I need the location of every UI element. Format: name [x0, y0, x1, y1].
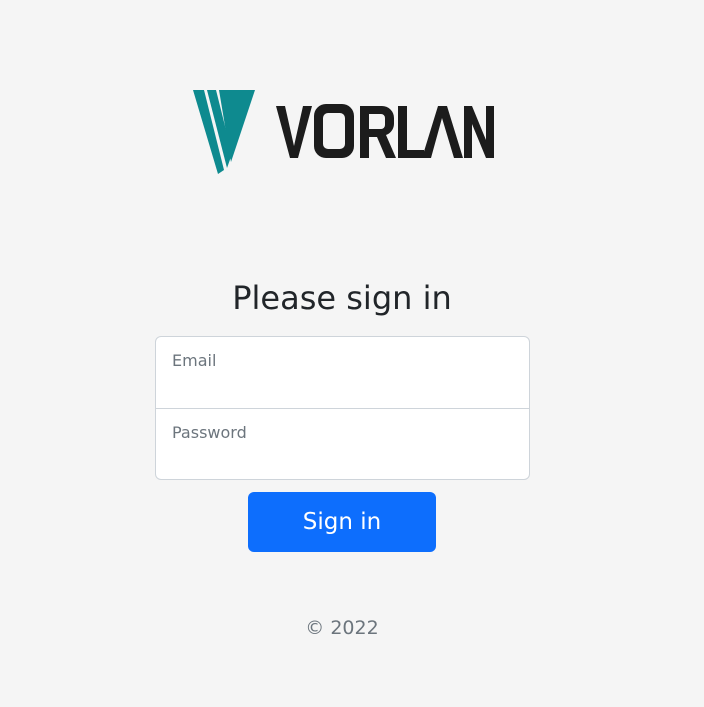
sign-in-button[interactable]: Sign in [248, 492, 436, 552]
email-field-wrapper: Email [156, 337, 529, 408]
email-input[interactable] [156, 337, 529, 408]
password-field-wrapper: Password [156, 408, 529, 479]
password-input[interactable] [156, 409, 529, 479]
brand-logo [190, 88, 496, 176]
credentials-group: Email Password [155, 336, 530, 480]
page-title: Please sign in [232, 279, 452, 317]
copyright-text: © 2022 [305, 617, 379, 639]
vorlance-logo-icon [193, 90, 494, 174]
login-page: Please sign in Email Password Sign in © … [0, 0, 704, 707]
